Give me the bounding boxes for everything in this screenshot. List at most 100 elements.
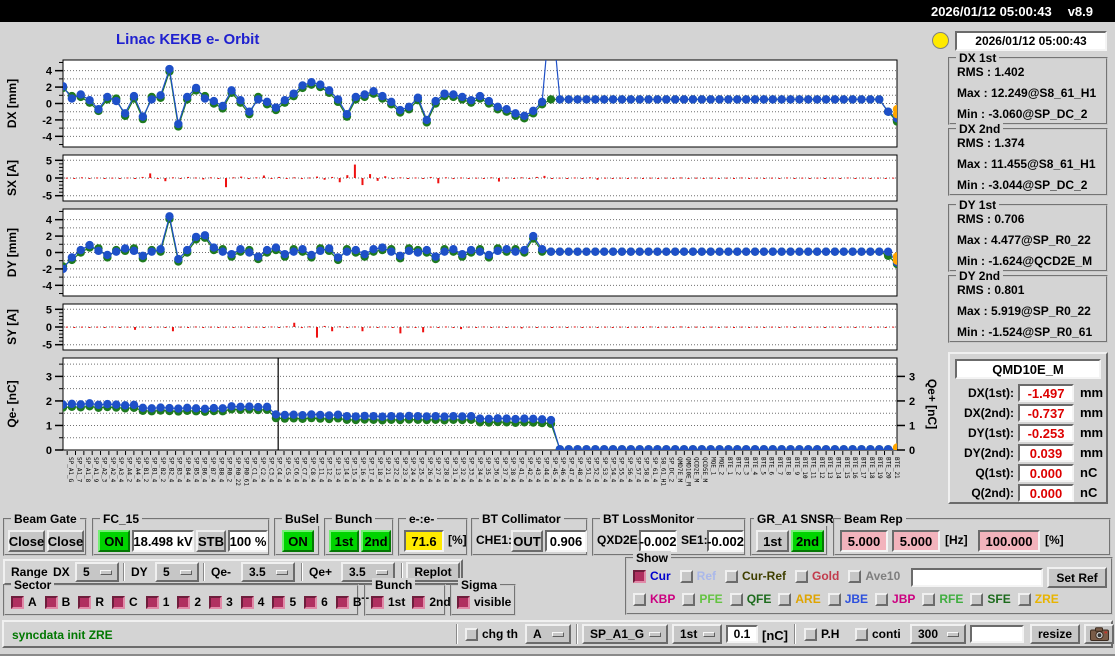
conti-toggle[interactable]: conti	[855, 627, 901, 641]
checkbox-label: ZRE	[1034, 592, 1059, 606]
chg-th-toggle[interactable]: chg th	[465, 627, 518, 641]
sector-toggle-2[interactable]: 2	[177, 595, 201, 609]
sector-toggle-b[interactable]: B	[44, 595, 70, 609]
sector-toggle-r[interactable]: R	[78, 595, 104, 609]
separator	[794, 624, 796, 644]
svg-text:SP_44_4: SP_44_4	[543, 457, 550, 483]
chg-th-select[interactable]: A	[525, 624, 571, 644]
show-toggle-rfe[interactable]: RFE	[922, 592, 963, 606]
checkbox[interactable]	[457, 595, 470, 609]
checkbox[interactable]	[778, 592, 792, 606]
show-toggle-pfe[interactable]: PFE	[682, 592, 723, 606]
sector-toggle-5[interactable]: 5	[272, 595, 296, 609]
show-toggle-kbp[interactable]: KBP	[633, 592, 675, 606]
beam-gate-close2-button[interactable]: Close	[47, 530, 84, 552]
checkbox[interactable]	[240, 595, 254, 609]
show-toggle-ave10[interactable]: Ave10	[848, 569, 900, 583]
checkbox[interactable]	[78, 595, 92, 609]
checkbox[interactable]	[679, 569, 693, 583]
monitor-row-label: Q(1st):	[975, 466, 1014, 480]
snapshot-button[interactable]	[1084, 624, 1114, 644]
show-toggle-qfe[interactable]: QFE	[729, 592, 772, 606]
show-toggle-cur[interactable]: Cur	[633, 569, 671, 583]
checkbox[interactable]	[922, 592, 936, 606]
statusbar-extra-input[interactable]	[970, 625, 1024, 643]
che1-state-button[interactable]: OUT	[511, 530, 543, 552]
checkbox[interactable]	[465, 627, 478, 641]
bunch-toggle-2nd[interactable]: 2nd	[412, 595, 451, 609]
checkbox[interactable]	[855, 627, 868, 641]
checkbox[interactable]	[875, 592, 889, 606]
gr-snsr-2nd-button[interactable]: 2nd	[791, 530, 824, 552]
svg-text:SP_46_4: SP_46_4	[559, 457, 566, 483]
checkbox[interactable]	[412, 595, 426, 609]
checkbox[interactable]	[725, 569, 739, 583]
bpm-select[interactable]: SP_A1_G	[582, 624, 668, 644]
checkbox[interactable]	[804, 627, 817, 641]
sector-toggle-a[interactable]: A	[11, 595, 37, 609]
bunch-2nd-button[interactable]: 2nd	[361, 530, 391, 552]
checkbox[interactable]	[1017, 592, 1031, 606]
fc15-on-button[interactable]: ON	[98, 530, 130, 552]
range-dy-select[interactable]: 5	[155, 562, 199, 582]
fc15-stb-button[interactable]: STB	[196, 530, 226, 552]
sector-toggle-6[interactable]: 6	[304, 595, 328, 609]
checkbox[interactable]	[177, 595, 191, 609]
checkbox[interactable]	[848, 569, 862, 583]
sector-toggle-4[interactable]: 4	[240, 595, 264, 609]
sector-toggle-c[interactable]: C	[112, 595, 138, 609]
svg-text:SP_37_4: SP_37_4	[501, 457, 508, 483]
sector-toggle-1[interactable]: 1	[145, 595, 169, 609]
show-toggle-sfe[interactable]: SFE	[970, 592, 1011, 606]
dy1-max: Max : 4.477@SP_R0_22	[957, 233, 1091, 247]
threshold-input[interactable]: 0.1	[726, 625, 758, 643]
set-ref-input[interactable]	[911, 568, 1043, 587]
monitor-row-value: -0.737	[1018, 404, 1074, 422]
svg-text:SP_61_4: SP_61_4	[651, 457, 658, 483]
checkbox[interactable]	[145, 595, 159, 609]
checkbox[interactable]	[11, 595, 24, 609]
show-toggle-ref[interactable]: Ref	[679, 569, 716, 583]
show-toggle-jbe[interactable]: JBE	[827, 592, 868, 606]
show-toggle-jbp[interactable]: JBP	[875, 592, 915, 606]
sy-plot: 5 0 -5 SY [A]	[5, 303, 898, 352]
checkbox[interactable]	[112, 595, 126, 609]
checkbox[interactable]	[795, 569, 809, 583]
checkbox[interactable]	[209, 595, 223, 609]
checkbox[interactable]	[272, 595, 286, 609]
checkbox[interactable]	[682, 592, 696, 606]
checkbox[interactable]	[633, 592, 646, 606]
show-toggle-are[interactable]: ARE	[778, 592, 821, 606]
checkbox-label: 6	[321, 595, 328, 609]
bunch-toggle-1st[interactable]: 1st	[371, 595, 405, 609]
checkbox[interactable]	[371, 595, 384, 609]
show-toggle-zre[interactable]: ZRE	[1017, 592, 1059, 606]
range-qem-select[interactable]: 3.5	[241, 562, 295, 582]
show-toggle-gold[interactable]: Gold	[795, 569, 839, 583]
sector-toggle-3[interactable]: 3	[209, 595, 233, 609]
checkbox[interactable]	[633, 569, 646, 583]
checkbox[interactable]	[335, 595, 349, 609]
beam-gate-close1-button[interactable]: Close	[8, 530, 45, 552]
checkbox[interactable]	[729, 592, 743, 606]
dx-2nd-stats-legend: DX 2nd	[956, 122, 1004, 136]
ph-toggle[interactable]: P.H	[804, 627, 839, 641]
svg-text:0: 0	[909, 445, 915, 457]
checkbox[interactable]	[827, 592, 841, 606]
gr-snsr-1st-button[interactable]: 1st	[756, 530, 789, 552]
orbit-plots: 4 2 0 -2 -4 DX [mm] 5 0 -5 SX [A] 4 2 0 -2 -4 DY [mm] 5 0…	[5, 59, 939, 486]
sigma-toggle-visible[interactable]: visible	[457, 595, 511, 609]
checkbox[interactable]	[44, 595, 58, 609]
svg-text:BTE_8: BTE_8	[784, 457, 791, 475]
points-select[interactable]: 300	[910, 624, 966, 644]
statusbar-bunch-select[interactable]: 1st	[672, 624, 722, 644]
set-ref-button[interactable]: Set Ref	[1047, 567, 1107, 588]
show-toggle-curref[interactable]: Cur-Ref	[725, 569, 786, 583]
checkbox-label: QFE	[746, 592, 772, 606]
resize-button[interactable]: resize	[1030, 624, 1080, 644]
range-dx-select[interactable]: 5	[75, 562, 119, 582]
checkbox[interactable]	[970, 592, 984, 606]
busel-on-button[interactable]: ON	[282, 530, 314, 552]
checkbox[interactable]	[304, 595, 318, 609]
bunch-1st-button[interactable]: 1st	[329, 530, 359, 552]
